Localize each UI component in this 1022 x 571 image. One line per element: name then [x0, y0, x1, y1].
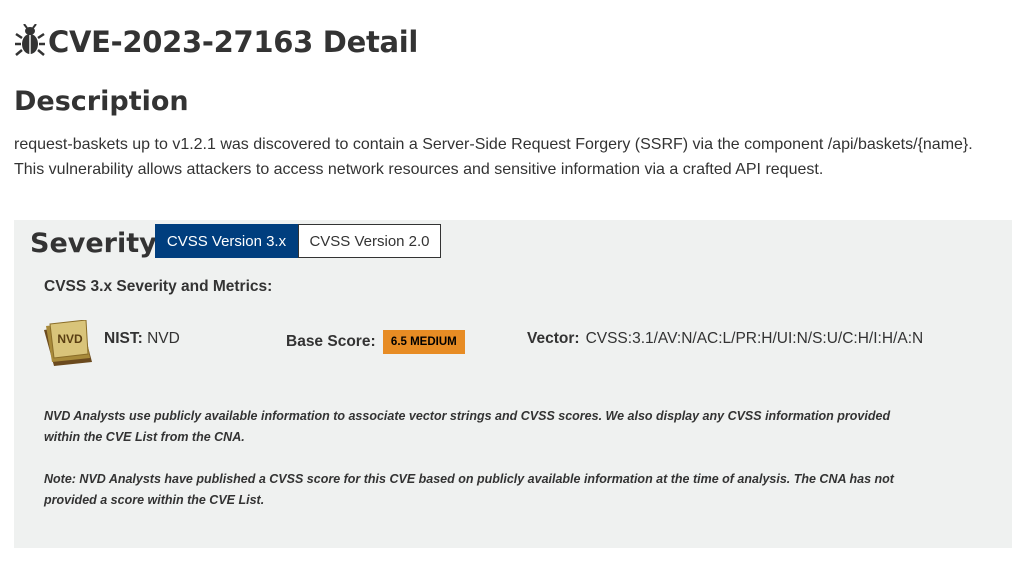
vector-metric: Vector: CVSS:3.1/AV:N/AC:L/PR:H/UI:N/S:U/…: [527, 330, 923, 348]
vector-label: Vector:: [527, 330, 580, 347]
metrics-heading: CVSS 3.x Severity and Metrics:: [44, 278, 273, 295]
analyst-note: NVD Analysts use publicly available info…: [44, 409, 891, 444]
nist-value: NVD: [147, 330, 180, 347]
page-title-row: CVE-2023-27163 Detail: [14, 24, 418, 60]
tab-cvss-3[interactable]: CVSS Version 3.x: [155, 224, 298, 258]
cna-note: Note: NVD Analysts have published a CVSS…: [44, 472, 894, 507]
description-heading: Description: [14, 86, 189, 117]
bug-icon: [15, 24, 45, 56]
nist-label: NIST:: [104, 330, 143, 347]
severity-panel: Severity CVSS Version 3.x CVSS Version 2…: [14, 220, 1012, 548]
description-text: request-baskets up to v1.2.1 was discove…: [14, 136, 973, 178]
nvd-logo-icon: NVD: [44, 320, 92, 366]
severity-heading: Severity: [30, 228, 157, 259]
tab-cvss-2[interactable]: CVSS Version 2.0: [298, 224, 441, 258]
page-title: CVE-2023-27163 Detail: [48, 25, 419, 59]
nist-metric: NIST: NVD: [104, 330, 180, 348]
base-score-badge[interactable]: 6.5 MEDIUM: [382, 330, 465, 354]
nvd-logo-text: NVD: [57, 332, 83, 346]
base-score-label: Base Score:: [286, 333, 376, 351]
base-score-metric: Base Score: 6.5 MEDIUM: [286, 330, 465, 354]
vector-value: CVSS:3.1/AV:N/AC:L/PR:H/UI:N/S:U/C:H/I:H…: [585, 330, 924, 347]
